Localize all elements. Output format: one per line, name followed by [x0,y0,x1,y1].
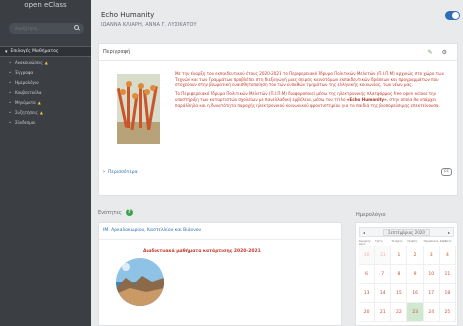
description-panel: Περιγραφή ✎ ⚙ Με την έναρξη του εκπαιδευ… [98,43,458,196]
calendar-month[interactable]: Σεπτέμβριος 2020 [383,228,430,236]
calendar-day[interactable]: 16 [407,284,424,303]
sidebar-item[interactable]: • Σύνδεσμοι [0,117,91,127]
calendar-day[interactable]: 3 [423,246,440,265]
calendar-day[interactable]: 14 [375,284,392,303]
description-text: Με την έναρξη του εκπαιδευτικού έτους 20… [175,71,446,111]
comments-icon: • [8,109,12,115]
description-paragraph-2: Το Περιφερειακό Ίδρυμα Πολιτικών Μελετών… [175,91,446,108]
search-icon[interactable] [74,25,79,30]
search-input[interactable] [9,23,84,34]
calendar-day[interactable]: 6 [359,265,376,284]
calendar-day[interactable]: 22 [391,303,408,322]
sidebar-item-label: Σύνδεσμοι [15,119,36,125]
more-label: Περισσότερα [108,169,138,175]
sidebar-item-label: Ημερολόγιο [15,79,39,85]
calendar-day[interactable]: 17 [423,284,440,303]
course-image [117,74,160,144]
calendar-day[interactable]: 10 [423,265,440,284]
description-title: Περιγραφή [103,49,131,55]
sidebar-item[interactable]: • Έγγραφα [0,67,91,77]
sidebar-item[interactable]: • Συζητήσεις ▲ [0,107,91,117]
sidebar-item-label: Κουβεντούλα [15,89,42,95]
more-link[interactable]: › Περισσότερα [103,169,138,175]
folder-icon: • [8,69,12,75]
unit-image [116,258,164,306]
units-label: Ενότητες [98,209,122,216]
sidebar: open eClass ▾ Επιλογές Μαθήματος •Ανακοι… [0,0,91,326]
sidebar-item-label: Ανακοινώσεις [15,59,43,65]
help-icon[interactable]: ? [125,209,133,216]
chat-icon: • [8,89,12,95]
sidebar-search [9,23,84,34]
description-paragraph-1: Με την έναρξη του εκπαιδευτικού έτους 20… [175,71,444,88]
warning-icon: ▲ [44,59,48,65]
calendar-icon: • [8,79,12,85]
sidebar-item[interactable]: • Ημερολόγιο [0,77,91,87]
calendar-day[interactable]: 31 [375,246,392,265]
description-header: Περιγραφή ✎ ⚙ [99,44,457,61]
calendar-label: Ημερολόγιο [356,212,386,218]
calendar-day[interactable]: 25 [439,303,456,322]
unit-title-link[interactable]: ΙΜ. Αρκαλοκωρίου, Καστελλίου και Βιάννου [103,228,201,233]
edit-icon[interactable]: ✎ [428,49,433,56]
calendar-day[interactable]: 13 [359,284,376,303]
envelope-icon: • [8,99,12,105]
license-icon: cc [441,168,452,176]
calendar-grid: 30 31 1 2 3 4 6 7 8 9 10 11 13 14 15 16 17 18 20 21 22 23 24 25 [359,246,456,322]
brand-logo[interactable]: open eClass [0,0,91,12]
calendar-day[interactable]: 8 [391,265,408,284]
sidebar-item[interactable]: • Μηνύματα ▲ [0,97,91,107]
sidebar-item[interactable]: • Κουβεντούλα [0,87,91,97]
calendar-day[interactable]: 23 [407,303,424,322]
calendar-day[interactable]: 18 [439,284,456,303]
course-title: Echo Humanity [101,11,155,19]
calendar-panel: ◂ Σεπτέμβριος 2020 ▸ Κυριακή/Δευτ. Τρίτη Τ… [355,222,458,326]
course-options-label: Επιλογές Μαθήματος [10,49,59,54]
sidebar-item-label: Έγγραφα [15,69,34,75]
calendar-day[interactable]: 30 [359,246,376,265]
course-toggle[interactable] [445,11,460,20]
sidebar-nav: • Ανακοινώσεις ▲ • Έγγραφα • Ημερολόγιο • Κουβεν… [0,57,91,127]
course-instructors: ΙΩΑΝΝΑ ΚΛΙΑΡΗ, ΑΝΝΑ Γ. ΛΥΣΙΚΑΤΟΥ [101,22,197,28]
divider [99,239,341,240]
warning-icon: ▲ [37,99,41,105]
unit-subtitle: Διαδικτυακά μαθήματα κατάρτισης 2020-202… [143,249,261,254]
calendar-day[interactable]: 11 [439,265,456,284]
calendar-day[interactable]: 15 [391,284,408,303]
panel-tools: ✎ ⚙ [428,49,457,56]
units-panel: ΙΜ. Αρκαλοκωρίου, Καστελλίου και Βιάννου… [98,222,342,326]
calendar-day[interactable]: 24 [423,303,440,322]
gear-icon[interactable]: ⚙ [442,49,447,56]
calendar-day[interactable]: 7 [375,265,392,284]
units-heading: Ενότητες ? [98,209,133,216]
calendar-day[interactable]: 1 [391,246,408,265]
link-icon: • [8,119,12,125]
bullhorn-icon: • [8,59,12,65]
warning-icon: ▲ [39,109,43,115]
calendar-nav: ◂ Σεπτέμβριος 2020 ▸ [359,227,454,237]
chevron-right-icon: › [103,169,105,175]
calendar-day[interactable]: 21 [375,303,392,322]
main-content: Echo Humanity ΙΩΑΝΝΑ ΚΛΙΑΡΗ, ΑΝΝΑ Γ. ΛΥΣ… [91,0,463,326]
calendar-day[interactable]: 2 [407,246,424,265]
course-options-header[interactable]: ▾ Επιλογές Μαθήματος [0,46,91,57]
chevron-down-icon: ▾ [5,48,8,55]
sidebar-item[interactable]: • Ανακοινώσεις ▲ [0,57,91,67]
sidebar-item-label: Μηνύματα [15,99,36,105]
calendar-day[interactable]: 4 [439,246,456,265]
calendar-day[interactable]: 20 [359,303,376,322]
description-bold-title: «Echo Humanity» [346,96,387,102]
calendar-prev-button[interactable]: ◂ [360,230,368,235]
calendar-next-button[interactable]: ▸ [445,230,453,235]
sidebar-item-label: Συζητήσεις [15,109,38,115]
calendar-day[interactable]: 9 [407,265,424,284]
